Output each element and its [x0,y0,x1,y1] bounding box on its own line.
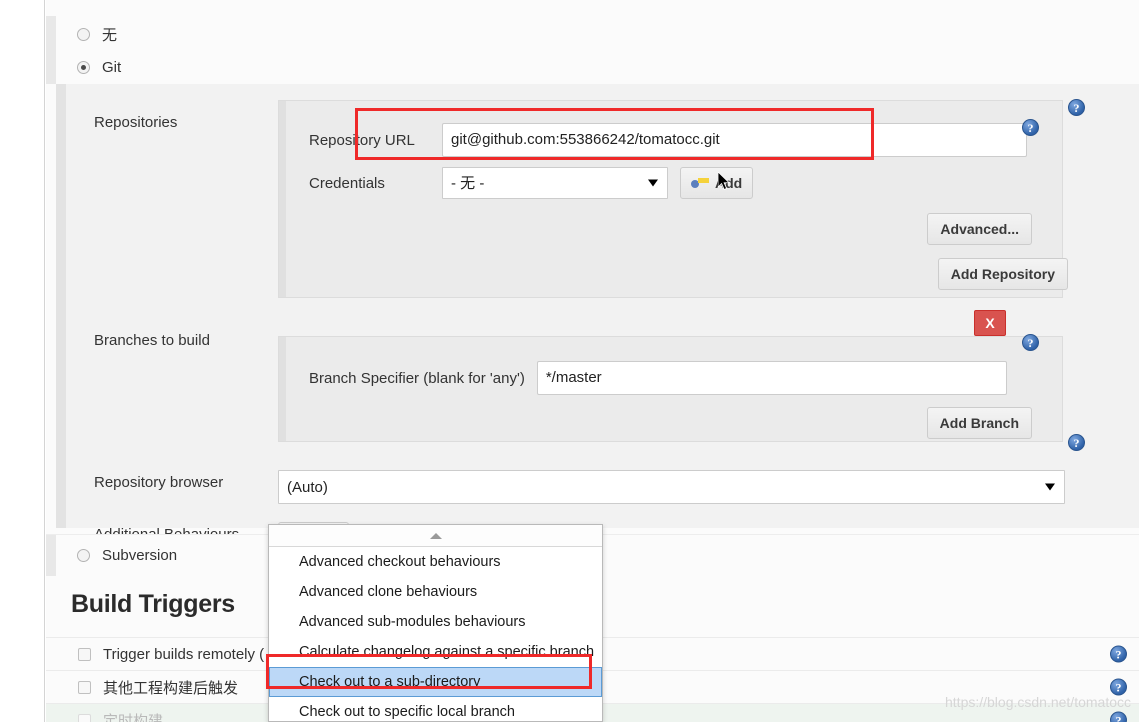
add-branch-row: Add Branch [279,395,1062,439]
credentials-selected-value: - 无 - [451,175,485,192]
credentials-label: Credentials [309,174,385,192]
branches-panel: Branch Specifier (blank for 'any') Add B… [278,336,1063,442]
page-left-gutter [0,0,45,722]
trigger-row-after-other-projects-label: 其他工程构建后触发 [103,679,239,697]
branch-specifier-input[interactable] [536,361,1007,395]
branches-to-build-label: Branches to build [94,332,210,349]
scm-option-none-label: 无 [102,26,118,44]
help-icon[interactable]: ? [1110,711,1127,722]
delete-branch-button[interactable]: X [974,310,1006,336]
key-icon [691,177,709,189]
scroll-up-arrow-icon[interactable] [269,525,602,547]
add-repository-button[interactable]: Add Repository [937,258,1068,290]
repository-url-input[interactable] [442,123,1027,157]
branch-specifier-row: Branch Specifier (blank for 'any') [279,337,1062,395]
chevron-down-icon [648,179,658,187]
jenkins-job-config-page: 无 Git Repositories Repository URL git@gi… [0,0,1139,722]
repository-url-row: Repository URL [279,101,1062,157]
add-branch-button[interactable]: Add Branch [926,407,1032,439]
menu-item[interactable]: Check out to specific local branch [269,697,602,721]
scm-option-git-label: Git [102,58,122,76]
help-icon-scheduled[interactable]: ? [1110,711,1127,722]
git-config-block: Repositories Repository URL Credentials … [56,84,1139,554]
delete-branch-wrap: X [974,310,1006,336]
credentials-row: Credentials - 无 - Add [279,157,1062,199]
help-icon[interactable]: ? [1022,119,1039,136]
advanced-label: Advanced... [940,221,1019,237]
credentials-select[interactable]: - 无 - [442,167,668,199]
menu-item[interactable]: Advanced checkout behaviours [269,547,602,577]
panel-stripe [279,101,286,297]
radio-git[interactable] [77,60,90,74]
panel-stripe [279,337,286,441]
repository-browser-value: (Auto) [287,479,328,496]
help-icon-trigger-remote[interactable]: ? [1110,645,1127,663]
branch-specifier-label: Branch Specifier (blank for 'any') [309,369,525,387]
scm-option-git[interactable]: Git [46,50,1139,84]
help-icon-repository-browser[interactable]: ? [1068,434,1085,451]
help-icon-repository-url[interactable]: ? [1022,119,1039,136]
help-icon-repositories[interactable]: ? [1068,99,1085,116]
menu-item[interactable]: Advanced sub-modules behaviours [269,607,602,637]
repository-browser-label: Repository browser [94,474,224,491]
menu-item-selected[interactable]: Check out to a sub-directory [269,667,602,697]
menu-item[interactable]: Advanced clone behaviours [269,577,602,607]
checkbox-trigger-remote[interactable] [78,647,91,661]
repository-url-label: Repository URL [309,131,415,149]
help-icon[interactable]: ? [1110,645,1127,663]
help-icon-branch-specifier[interactable]: ? [1022,334,1039,351]
help-icon[interactable]: ? [1068,434,1085,451]
help-icon[interactable]: ? [1110,678,1127,696]
trigger-row-remote-label: Trigger builds remotely ( [103,645,265,663]
trigger-row-scheduled-label: 定时构建 [103,712,164,722]
add-repository-label: Add Repository [950,266,1055,282]
repository-browser-select[interactable]: (Auto) [278,470,1065,504]
help-icon[interactable]: ? [1068,99,1085,116]
repositories-label: Repositories [94,114,178,131]
additional-behaviours-menu[interactable]: Advanced checkout behaviours Advanced cl… [268,524,603,722]
radio-none[interactable] [77,27,90,41]
add-credentials-button[interactable]: Add [680,167,754,199]
scm-option-subversion-label: Subversion [102,547,178,564]
advanced-row: Advanced... [279,199,1062,245]
menu-item[interactable]: Calculate changelog against a specific b… [269,637,602,667]
row-stripe [46,16,56,52]
row-stripe [46,50,56,84]
radio-subversion[interactable] [77,549,90,562]
triangle-up-icon [429,532,442,539]
add-repository-row: Add Repository [937,258,1068,290]
advanced-button[interactable]: Advanced... [927,213,1032,245]
checkbox-trigger-scheduled[interactable] [78,713,91,722]
help-icon[interactable]: ? [1022,334,1039,351]
add-credentials-label: Add [715,175,743,191]
watermark: https://blog.csdn.net/tomatocc [945,694,1131,710]
help-icon-after-other-projects[interactable]: ? [1110,678,1127,696]
chevron-down-icon [1045,483,1055,491]
add-branch-label: Add Branch [939,415,1019,431]
scm-option-none[interactable]: 无 [46,16,1139,52]
checkbox-trigger-after-other-projects[interactable] [78,680,91,694]
row-stripe [46,535,56,576]
repository-browser-row: Repository browser (Auto) [56,442,1139,504]
